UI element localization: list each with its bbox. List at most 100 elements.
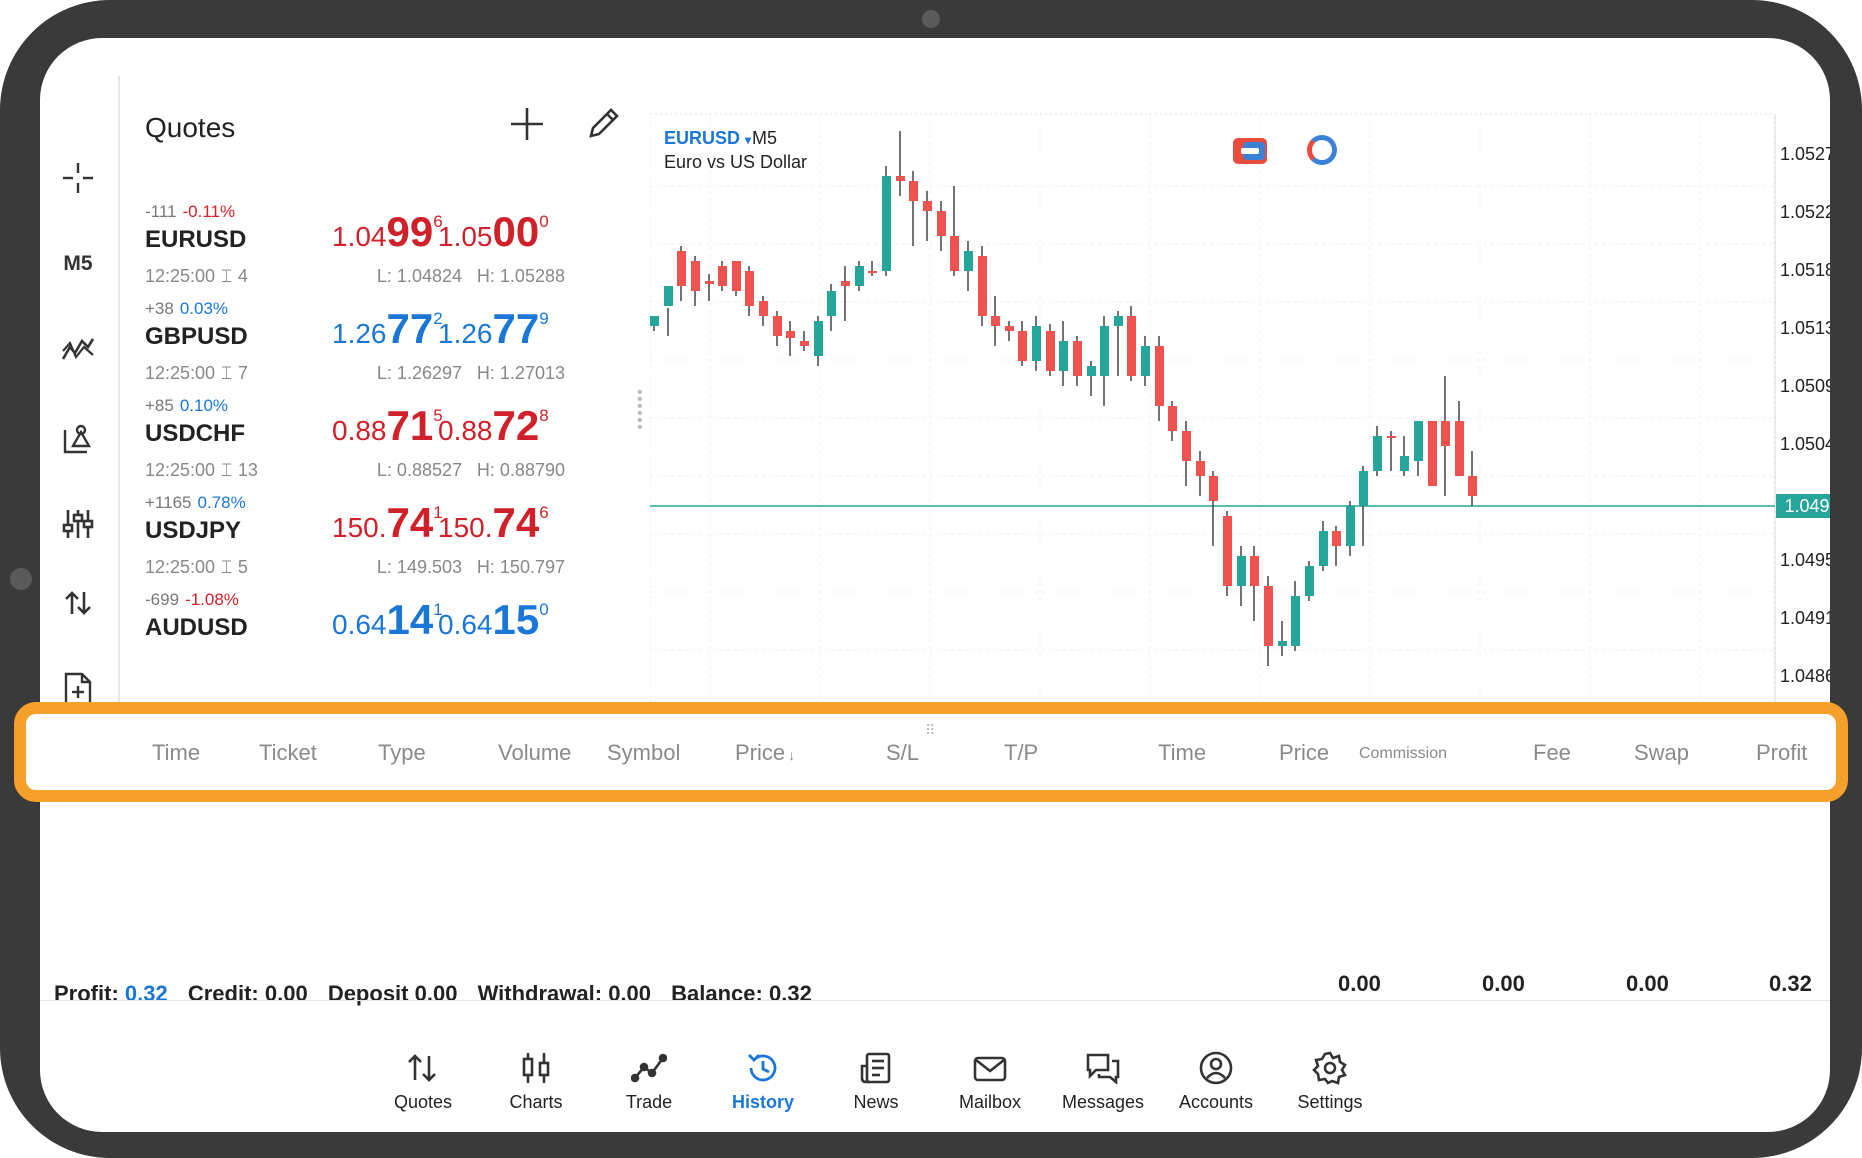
quote-bid-price[interactable]: 1.26772 bbox=[332, 305, 443, 353]
nav-quotes[interactable]: Quotes bbox=[366, 1050, 480, 1130]
trade-arrows-icon[interactable] bbox=[48, 575, 108, 631]
nav-label: Mailbox bbox=[958, 1092, 1022, 1112]
quote-time-value: 12:25:00 bbox=[145, 460, 216, 480]
quotes-icon bbox=[408, 1054, 436, 1082]
nav-settings[interactable]: Settings bbox=[1273, 1050, 1387, 1130]
quote-change: -699 -1.08% bbox=[145, 590, 239, 610]
ask-price-prefix: 1.05 bbox=[438, 221, 493, 252]
quote-time-value: 12:25:00 bbox=[145, 557, 216, 577]
indicators-icon[interactable] bbox=[48, 321, 108, 377]
bid-price-prefix: 150. bbox=[332, 512, 387, 543]
header-swap[interactable]: Swap bbox=[1634, 740, 1689, 766]
candle-body bbox=[1100, 326, 1109, 376]
objects-icon[interactable] bbox=[48, 411, 108, 467]
header-close-price[interactable]: Price bbox=[1279, 740, 1329, 766]
panel-resize-handle[interactable]: • • • • • • bbox=[637, 385, 651, 436]
quote-ask-price[interactable]: 1.05000 bbox=[438, 208, 549, 256]
nav-messages[interactable]: Messages bbox=[1046, 1050, 1160, 1130]
header-close-time[interactable]: Time bbox=[1158, 740, 1206, 766]
nav-mailbox[interactable]: Mailbox bbox=[933, 1050, 1047, 1130]
candle-body bbox=[650, 316, 659, 326]
quote-bid-price[interactable]: 0.88715 bbox=[332, 402, 443, 450]
quote-time: 12:25:00 ⌶ 13 bbox=[145, 460, 258, 481]
quote-time-value: 12:25:00 bbox=[145, 266, 216, 286]
summary-deposit-label: Deposit bbox=[327, 981, 409, 1006]
quotes-title: Quotes bbox=[145, 112, 236, 143]
header-fee[interactable]: Fee bbox=[1533, 740, 1571, 766]
header-type[interactable]: Type bbox=[378, 740, 426, 766]
price-chart[interactable]: EURUSD ▾ M5 Euro vs US Dollar 1.05270 1.0… bbox=[650, 76, 1830, 726]
candle-body bbox=[896, 176, 905, 181]
quote-change: -111 -0.11% bbox=[145, 202, 235, 222]
price-axis-label: 1.05180 bbox=[1780, 260, 1830, 280]
candle-body bbox=[677, 251, 686, 286]
header-price[interactable]: Price ↓ bbox=[735, 740, 795, 766]
bid-price-prefix: 0.64 bbox=[332, 609, 387, 640]
spread-icon: ⌶ bbox=[221, 266, 232, 286]
ask-price-prefix: 1.26 bbox=[438, 318, 493, 349]
one-click-trading-icon[interactable] bbox=[1233, 138, 1267, 164]
candle-body bbox=[868, 271, 877, 273]
add-symbol-icon[interactable] bbox=[505, 102, 549, 146]
bid-price-pips: 71 bbox=[386, 402, 434, 449]
quote-bid-price[interactable]: 0.64141 bbox=[332, 596, 443, 644]
candle-body bbox=[1278, 641, 1287, 646]
quote-ask-price[interactable]: 0.64150 bbox=[438, 596, 549, 644]
summary-balance-label: Balance: bbox=[671, 981, 763, 1006]
header-sl[interactable]: S/L bbox=[886, 740, 919, 766]
nav-history[interactable]: History bbox=[706, 1050, 820, 1130]
nav-news[interactable]: News bbox=[819, 1050, 933, 1130]
candle-body bbox=[718, 266, 727, 286]
ask-price-point: 9 bbox=[539, 309, 549, 328]
header-commission[interactable]: Commission bbox=[1359, 745, 1447, 763]
header-time[interactable]: Time bbox=[152, 740, 200, 766]
ask-price-prefix: 0.64 bbox=[438, 609, 493, 640]
camera bbox=[922, 10, 940, 28]
chart-symbol[interactable]: EURUSD ▾ bbox=[664, 128, 751, 149]
nav-label: Charts bbox=[509, 1092, 563, 1112]
history-resize-handle[interactable]: ⠿ bbox=[925, 722, 936, 739]
price-axis-label: 1.05270 bbox=[1780, 144, 1830, 164]
nav-accounts[interactable]: Accounts bbox=[1159, 1050, 1273, 1130]
header-tp[interactable]: T/P bbox=[1004, 740, 1038, 766]
candle-body bbox=[1373, 436, 1382, 471]
nav-label: Trade bbox=[625, 1092, 673, 1112]
header-symbol[interactable]: Symbol bbox=[607, 740, 680, 766]
candle-body bbox=[978, 256, 987, 316]
candle-body bbox=[1182, 431, 1191, 461]
nav-label: Settings bbox=[1297, 1092, 1363, 1112]
price-axis-label: 1.04865 bbox=[1780, 666, 1830, 686]
candle-body bbox=[1155, 346, 1164, 406]
summary-withdrawal-label: Withdrawal: bbox=[477, 981, 603, 1006]
nav-label: History bbox=[731, 1092, 794, 1112]
header-ticket[interactable]: Ticket bbox=[259, 740, 317, 766]
signal-clock-icon[interactable] bbox=[1307, 135, 1337, 165]
timeframe-button[interactable]: M5 bbox=[48, 236, 108, 292]
nav-charts[interactable]: Charts bbox=[479, 1050, 593, 1130]
quote-bid-price[interactable]: 1.04996 bbox=[332, 208, 443, 256]
summary-credit: 0.00 bbox=[264, 981, 308, 1006]
news-icon bbox=[860, 1052, 891, 1084]
quote-ask-price[interactable]: 0.88728 bbox=[438, 402, 549, 450]
summary-profit: 0.32 bbox=[124, 981, 168, 1006]
header-profit[interactable]: Profit bbox=[1756, 740, 1807, 766]
quote-ask-price[interactable]: 150.746 bbox=[438, 499, 549, 547]
quote-change-percent: -0.11% bbox=[182, 202, 236, 221]
candle-body bbox=[1428, 421, 1437, 486]
candle-body bbox=[923, 201, 932, 211]
quote-bid-price[interactable]: 150.741 bbox=[332, 499, 443, 547]
nav-trade[interactable]: Trade bbox=[592, 1050, 706, 1130]
quote-row[interactable]: -699 -1.08% AUDUSD 0.64141 0.64150 bbox=[120, 590, 690, 705]
quote-change-percent: 0.78% bbox=[197, 493, 246, 512]
edit-pencil-icon[interactable] bbox=[583, 104, 623, 144]
crosshair-icon[interactable] bbox=[48, 150, 108, 206]
candle-body bbox=[1087, 366, 1096, 376]
settings-sliders-icon[interactable] bbox=[48, 496, 108, 552]
trade-icon bbox=[631, 1053, 667, 1083]
price-axis-label: 1.04910 bbox=[1780, 608, 1830, 628]
header-volume[interactable]: Volume bbox=[498, 740, 571, 766]
candle-body bbox=[1250, 556, 1259, 586]
app-screen: M5 Quotes -111 -0.11% EURUSD 12:25:00 ⌶ 4 1.04… bbox=[40, 38, 1830, 1132]
candle-body bbox=[1059, 341, 1068, 371]
quote-ask-price[interactable]: 1.26779 bbox=[438, 305, 549, 353]
